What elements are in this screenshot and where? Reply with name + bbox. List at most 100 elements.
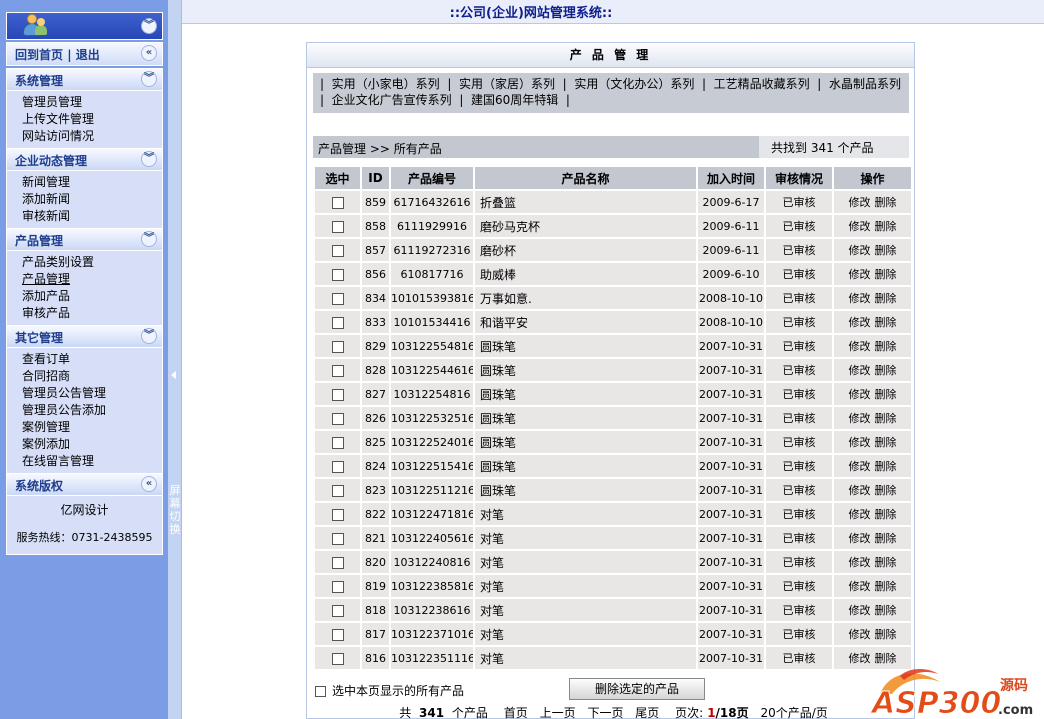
delete-link[interactable]: 删除 [875,508,897,521]
delete-link[interactable]: 删除 [875,220,897,233]
category-link[interactable]: 工艺精品收藏系列 [714,77,810,91]
edit-link[interactable]: 修改 [849,436,871,449]
edit-link[interactable]: 修改 [849,532,871,545]
delete-link[interactable]: 删除 [875,484,897,497]
sidebar-section-header[interactable]: 企业动态管理 ︾ [7,149,162,171]
row-checkbox[interactable] [331,316,344,329]
row-checkbox[interactable] [331,268,344,281]
edit-link[interactable]: 修改 [849,388,871,401]
sidebar-item-product-categories[interactable]: 产品类别设置 [22,254,162,271]
delete-link[interactable]: 删除 [875,292,897,305]
row-checkbox[interactable] [331,604,344,617]
chevron-left-icon[interactable]: « [141,45,157,61]
row-checkbox[interactable] [331,196,344,209]
row-checkbox[interactable] [331,508,344,521]
edit-link[interactable]: 修改 [849,220,871,233]
chevron-down-icon[interactable]: ︾ [141,231,157,247]
last-page-link[interactable]: 尾页 [635,706,659,719]
row-checkbox[interactable] [331,652,344,665]
sidebar-item-admin-manage[interactable]: 管理员管理 [22,94,162,111]
delete-link[interactable]: 删除 [875,388,897,401]
delete-selected-button[interactable]: 删除选定的产品 [569,678,705,700]
sidebar-section-header[interactable]: 其它管理 ︾ [7,326,162,348]
sidebar-item-add-news[interactable]: 添加新闻 [22,191,162,208]
edit-link[interactable]: 修改 [849,460,871,473]
category-link[interactable]: 实用（文化办公）系列 [574,77,694,91]
edit-link[interactable]: 修改 [849,412,871,425]
chevron-down-icon[interactable]: ︾ [141,71,157,87]
edit-link[interactable]: 修改 [849,364,871,377]
sidebar-item-contracts[interactable]: 合同招商 [22,368,162,385]
row-checkbox[interactable] [331,580,344,593]
delete-link[interactable]: 删除 [875,340,897,353]
row-checkbox[interactable] [331,220,344,233]
row-checkbox[interactable] [331,364,344,377]
edit-link[interactable]: 修改 [849,556,871,569]
delete-link[interactable]: 删除 [875,268,897,281]
row-checkbox[interactable] [331,388,344,401]
row-checkbox[interactable] [331,628,344,641]
category-link[interactable]: 实用（家居）系列 [459,77,555,91]
edit-link[interactable]: 修改 [849,580,871,593]
edit-link[interactable]: 修改 [849,628,871,641]
category-link[interactable]: 企业文化广告宣传系列 [332,93,452,107]
row-checkbox[interactable] [331,460,344,473]
screen-toggle-label[interactable]: 屏幕切换 [169,484,181,536]
prev-page-link[interactable]: 上一页 [540,706,576,719]
select-all-control[interactable]: 选中本页显示的所有产品 [315,682,464,699]
delete-link[interactable]: 删除 [875,196,897,209]
sidebar-item-upload-manage[interactable]: 上传文件管理 [22,111,162,128]
delete-link[interactable]: 删除 [875,316,897,329]
edit-link[interactable]: 修改 [849,316,871,329]
sidebar-item-site-visits[interactable]: 网站访问情况 [22,128,162,145]
chevron-down-icon[interactable]: ︾ [141,328,157,344]
edit-link[interactable]: 修改 [849,484,871,497]
row-checkbox[interactable] [331,532,344,545]
sidebar-item-case-add[interactable]: 案例添加 [22,436,162,453]
delete-link[interactable]: 删除 [875,604,897,617]
arrow-left-icon[interactable] [171,371,176,379]
sidebar-item-orders[interactable]: 查看订单 [22,351,162,368]
edit-link[interactable]: 修改 [849,508,871,521]
logout-link[interactable]: 退出 [76,48,100,62]
frame-toggle-bar[interactable]: 屏幕切换 [168,0,182,719]
delete-link[interactable]: 删除 [875,436,897,449]
row-checkbox[interactable] [331,412,344,425]
delete-link[interactable]: 删除 [875,412,897,425]
sidebar-item-notice-manage[interactable]: 管理员公告管理 [22,385,162,402]
edit-link[interactable]: 修改 [849,604,871,617]
delete-link[interactable]: 删除 [875,580,897,593]
delete-link[interactable]: 删除 [875,244,897,257]
chevron-down-icon[interactable]: ︾ [141,151,157,167]
delete-link[interactable]: 删除 [875,364,897,377]
home-link[interactable]: 回到首页 [15,48,63,62]
sidebar-item-case-manage[interactable]: 案例管理 [22,419,162,436]
row-checkbox[interactable] [331,292,344,305]
collapse-all-icon[interactable]: ︾ [141,18,157,34]
category-link[interactable]: 实用（小家电）系列 [332,77,440,91]
next-page-link[interactable]: 下一页 [587,706,623,719]
edit-link[interactable]: 修改 [849,196,871,209]
row-checkbox[interactable] [331,484,344,497]
edit-link[interactable]: 修改 [849,652,871,665]
sidebar-section-header[interactable]: 系统管理 ︾ [7,69,162,91]
category-link[interactable]: 水晶制品系列 [829,77,901,91]
edit-link[interactable]: 修改 [849,268,871,281]
edit-link[interactable]: 修改 [849,244,871,257]
sidebar-section-header[interactable]: 产品管理 ︾ [7,229,162,251]
row-checkbox[interactable] [331,244,344,257]
category-link[interactable]: 建国60周年特辑 [471,93,558,107]
row-checkbox[interactable] [331,436,344,449]
delete-link[interactable]: 删除 [875,556,897,569]
select-all-checkbox[interactable] [315,686,326,697]
sidebar-item-review-product[interactable]: 审核产品 [22,305,162,322]
sidebar-section-header[interactable]: 系统版权 « [7,474,162,496]
edit-link[interactable]: 修改 [849,292,871,305]
delete-link[interactable]: 删除 [875,628,897,641]
row-checkbox[interactable] [331,340,344,353]
delete-link[interactable]: 删除 [875,532,897,545]
sidebar-item-review-news[interactable]: 审核新闻 [22,208,162,225]
sidebar-item-add-product[interactable]: 添加产品 [22,288,162,305]
edit-link[interactable]: 修改 [849,340,871,353]
sidebar-item-product-manage[interactable]: 产品管理 [22,271,162,288]
